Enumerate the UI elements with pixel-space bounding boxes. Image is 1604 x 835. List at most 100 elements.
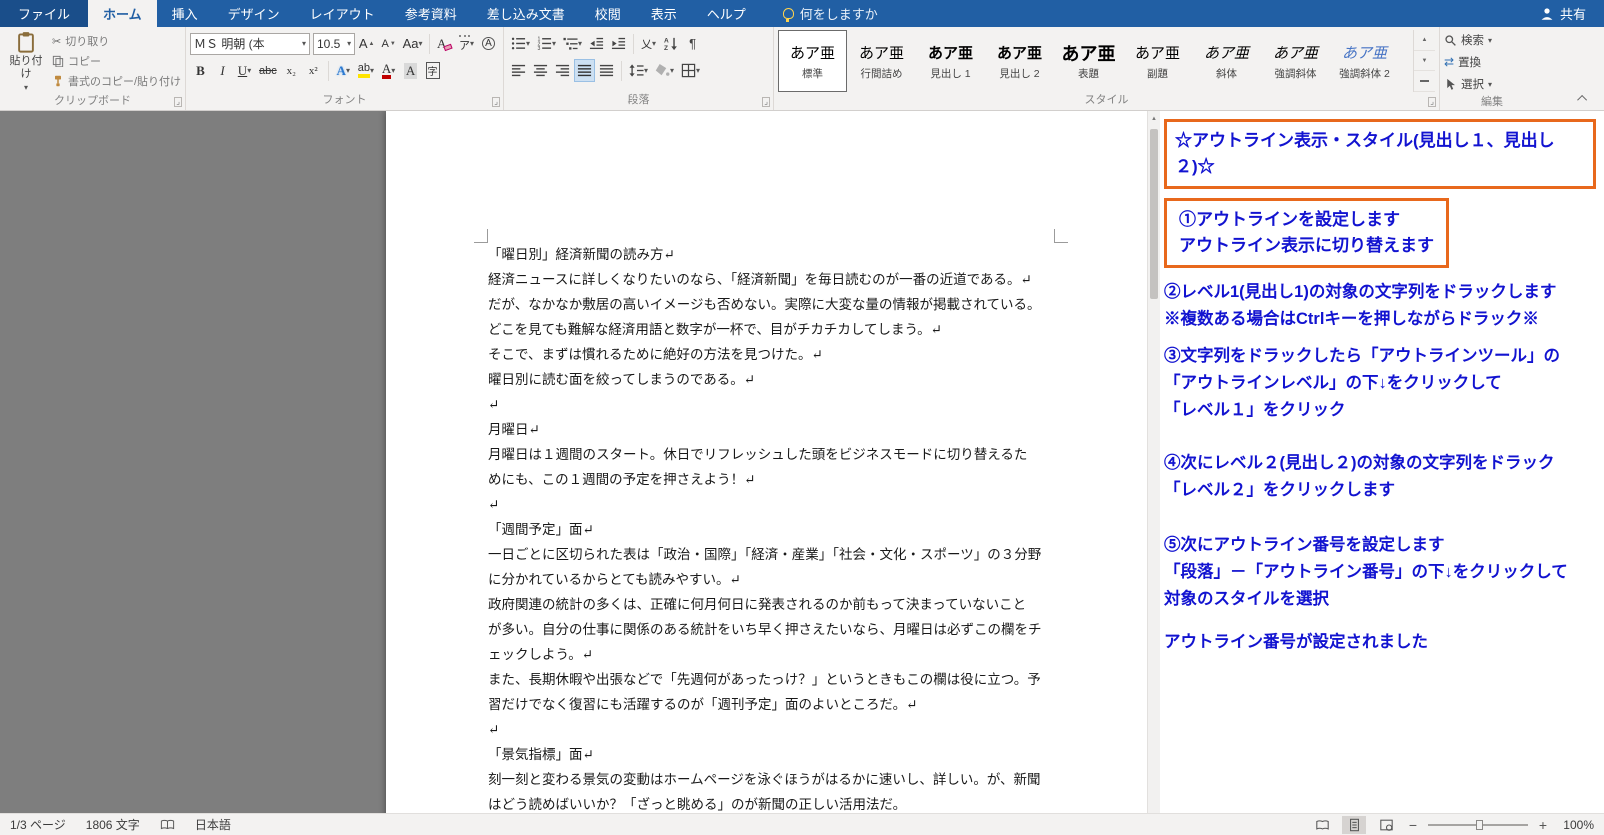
document-line[interactable]: ↵ [488,718,1054,743]
document-line[interactable]: 一日ごとに区切られた表は「政治・国際」「経済・産業」「社会・文化・スポーツ」の３… [488,543,1054,568]
style-heading2[interactable]: あア亜 見出し 2 [985,30,1054,92]
document-line[interactable]: そこで、まずは慣れるために絶好の方法を見つけた。↵ [488,343,1054,368]
document-line[interactable]: また、長期休暇や出張などで「先週何があったっけ？」というときもこの欄は役に立つ。… [488,668,1054,693]
text-effects-button[interactable]: A ▾ [333,59,354,82]
tab-layout[interactable]: レイアウト [295,0,390,27]
tab-mailings[interactable]: 差し込み文書 [472,0,580,27]
superscript-button[interactable]: x² [303,59,324,82]
select-button[interactable]: 選択 ▾ [1444,74,1540,94]
tab-file[interactable]: ファイル [0,0,89,27]
font-color-button[interactable]: A ▾ [378,59,399,82]
vertical-scrollbar[interactable]: ▲ [1147,111,1160,813]
tab-home[interactable]: ホーム [88,0,157,27]
style-heading1[interactable]: あア亜 見出し 1 [916,30,985,92]
shrink-font-button[interactable]: A ▼ [378,32,399,55]
zoom-percentage[interactable]: 100% [1558,818,1594,832]
cut-button[interactable]: ✂ 切り取り [52,32,181,50]
numbering-button[interactable]: ▾ [534,32,559,55]
document-line[interactable]: はどう読めばいいか？「ざっと眺める」のが新聞の正しい活用法だ。 [488,793,1054,813]
character-shading-button[interactable]: A [400,59,421,82]
print-layout-button[interactable] [1342,815,1366,834]
clear-formatting-button[interactable]: A [434,32,455,55]
underline-button[interactable]: U ▾ [234,59,255,82]
document-line[interactable]: ェックしよう。↵ [488,643,1054,668]
line-spacing-button[interactable]: ▾ [626,59,651,82]
tab-review[interactable]: 校閲 [580,0,636,27]
tab-help[interactable]: ヘルプ [692,0,761,27]
document-line[interactable]: ↵ [488,493,1054,518]
align-left-button[interactable] [508,59,529,82]
subscript-button[interactable]: x₂ [281,59,302,82]
style-italic[interactable]: あア亜 斜体 [1192,30,1261,92]
borders-button[interactable]: ▾ [678,59,703,82]
tab-insert[interactable]: 挿入 [157,0,213,27]
document-line[interactable]: めにも、この１週間の予定を押さえよう！↵ [488,468,1054,493]
gallery-scroll-up-button[interactable]: ▲ [1414,30,1435,51]
tab-references[interactable]: 参考資料 [390,0,472,27]
find-button[interactable]: 検索 ▾ [1444,30,1540,50]
document-line[interactable]: に分かれているからとても読みやすい。↵ [488,568,1054,593]
zoom-slider-thumb[interactable] [1476,819,1483,830]
collapse-ribbon-button[interactable] [1572,90,1594,106]
format-painter-button[interactable]: 書式のコピー/貼り付け [52,72,181,90]
language-indicator[interactable]: 日本語 [195,816,231,833]
paragraph-dialog-launcher[interactable]: ⌟ [762,97,770,107]
align-center-button[interactable] [530,59,551,82]
style-no-spacing[interactable]: あア亜 行間詰め [847,30,916,92]
bold-button[interactable]: B [190,59,211,82]
style-emphasis-italic-2[interactable]: あア亜 強調斜体 2 [1330,30,1399,92]
font-size-combo[interactable]: 10.5 ▾ [312,32,356,55]
increase-indent-button[interactable] [608,32,629,55]
tab-view[interactable]: 表示 [636,0,692,27]
decrease-indent-button[interactable] [586,32,607,55]
phonetic-guide-button[interactable]: ア ▾ [456,32,477,55]
align-right-button[interactable] [552,59,573,82]
enclose-characters-button[interactable]: A [478,32,499,55]
word-count[interactable]: 1806 文字 [86,816,140,833]
grow-font-button[interactable]: A ▲ [356,32,377,55]
gallery-scroll-down-button[interactable]: ▼ [1414,51,1435,72]
page-indicator[interactable]: 1/3 ページ [10,816,66,833]
document-line[interactable]: 月曜日は１週間のスタート。休日でリフレッシュした頭をビジネスモードに切り替えるた [488,443,1054,468]
replace-button[interactable]: ⇄ 置換 [1444,52,1540,72]
document-line[interactable]: 曜日別に読む面を絞ってしまうのである。↵ [488,368,1054,393]
change-case-button[interactable]: Aa ▾ [400,32,425,55]
strikethrough-button[interactable]: abc [256,59,280,82]
show-formatting-marks-button[interactable]: ¶ [682,32,703,55]
zoom-slider[interactable] [1428,819,1528,830]
multilevel-list-button[interactable]: ▾ [560,32,585,55]
document-line[interactable]: ↵ [488,393,1054,418]
italic-button[interactable]: I [212,59,233,82]
document-line[interactable]: 月曜日↵ [488,418,1054,443]
style-title[interactable]: あア亜 表題 [1054,30,1123,92]
document-line[interactable]: 「曜日別」経済新聞の読み方↵ [488,243,1054,268]
document-line[interactable]: 経済ニュースに詳しくなりたいのなら、「経済新聞」を毎日読むのが一番の近道である。… [488,268,1054,293]
web-layout-button[interactable] [1374,816,1398,834]
style-emphasis-italic[interactable]: あア亜 強調斜体 [1261,30,1330,92]
style-subtitle[interactable]: あア亜 副題 [1123,30,1192,92]
document-line[interactable]: 習だけでなく復習にも活躍するのが「週刊予定」面のよいところだ。↵ [488,693,1054,718]
font-dialog-launcher[interactable]: ⌟ [492,97,500,107]
tell-me-box[interactable]: 何をしますか [771,0,890,27]
document-page[interactable]: 「曜日別」経済新聞の読み方↵ 経済ニュースに詳しくなりたいのなら、「経済新聞」を… [386,111,1156,813]
justify-button[interactable] [574,59,595,82]
document-line[interactable]: が多い。自分の仕事に関係のある統計をいち早く押さえたいなら、月曜日は必ずこの欄を… [488,618,1054,643]
zoom-out-button[interactable]: − [1406,817,1420,833]
style-normal[interactable]: あア亜 標準 [778,30,847,92]
highlight-color-button[interactable]: ab ▾ [355,59,377,82]
document-line[interactable]: だが、なかなか敷居の高いイメージも否めない。実際に大変な量の情報が掲載されている… [488,293,1054,318]
copy-button[interactable]: コピー [52,52,181,70]
document-line[interactable]: 「週間予定」面↵ [488,518,1054,543]
asian-layout-button[interactable]: 乂 ▾ [638,32,659,55]
proofing-status-button[interactable] [160,817,175,832]
font-name-combo[interactable]: ＭＳ 明朝 (本 ▾ [190,32,310,55]
clipboard-dialog-launcher[interactable]: ⌟ [174,97,182,107]
sort-button[interactable] [660,32,681,55]
scrollbar-up-arrow[interactable]: ▲ [1148,111,1160,126]
paste-button[interactable]: 貼り付け ▾ [4,30,48,93]
document-line[interactable]: 政府関連の統計の多くは、正確に何月何日に発表されるのか前もって決まっていないこと [488,593,1054,618]
scrollbar-thumb[interactable] [1150,129,1158,299]
distribute-button[interactable] [596,59,617,82]
shading-button[interactable]: ▾ [652,59,677,82]
document-line[interactable]: どこを見ても難解な経済用語と数字が一杯で、目がチカチカしてしまう。↵ [488,318,1054,343]
